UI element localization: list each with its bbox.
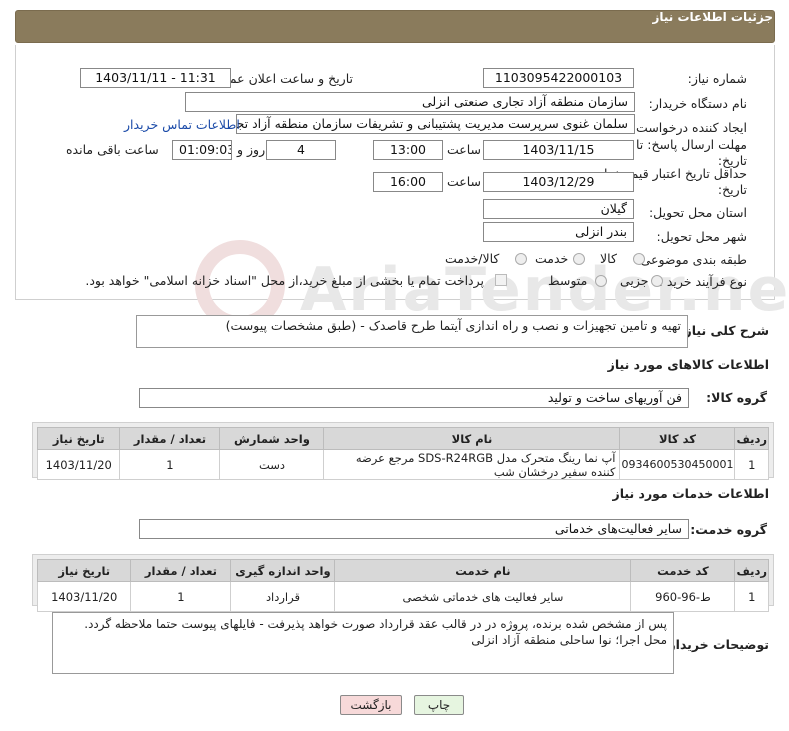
goods-section-title: اطلاعات کالاهای مورد نیاز (607, 357, 769, 372)
process-radio-medium[interactable] (595, 275, 607, 287)
city-field: بندر انزلی (483, 222, 634, 242)
announce-field: 1403/11/11 - 11:31 (80, 68, 231, 88)
category-radio-goods-service[interactable] (515, 253, 527, 265)
creator-field: سلمان غنوی سرپرست مدیریت پشتیبانی و تشری… (236, 114, 635, 134)
col-date: تاریخ نیاز (36, 427, 121, 450)
buyer-notes-line-2: محل اجرا؛ نوا ساحلی منطقه آزاد انزلی (471, 633, 667, 647)
deadline-label: مهلت ارسال پاسخ: تا (636, 137, 747, 152)
col-qty: تعداد / مقدار (130, 559, 232, 582)
validity-time-label: ساعت (447, 174, 482, 189)
category-option-goods-service: کالا/خدمت (445, 251, 500, 266)
goods-table-wrap: ردیف کد کالا نام کالا واحد شمارش تعداد /… (32, 422, 774, 480)
contact-buyer-link[interactable]: اطلاعات تماس خریدار (124, 117, 240, 132)
col-qty: تعداد / مقدار (119, 427, 221, 450)
cell-qty: 1 (130, 581, 232, 612)
cell-row: 1 (734, 581, 769, 612)
remaining-label: ساعت باقی مانده (66, 142, 159, 157)
category-option-goods: کالا (600, 251, 617, 266)
category-radio-goods[interactable] (633, 253, 645, 265)
process-option-minor: جزیی (620, 273, 649, 288)
buyer-notes-line-1: پس از مشخص شده برنده، پروژه در در قالب ع… (84, 617, 667, 631)
panel-title: جزئیات اطلاعات نیاز (652, 10, 773, 24)
services-group-label: گروه خدمت: (690, 522, 767, 537)
validity-date-field: 1403/12/29 (483, 172, 634, 192)
description-label: شرح کلی نیاز: (679, 323, 769, 338)
process-label: نوع فرآیند خرید : (658, 274, 747, 289)
creator-label: ایجاد کننده درخواست: (631, 120, 747, 135)
col-row: ردیف (734, 559, 769, 582)
validity-label-2: تاریخ: (717, 182, 747, 197)
cell-name: سایر فعالیت های خدماتی شخصی (334, 581, 632, 612)
cell-unit: قرارداد (230, 581, 336, 612)
cell-date: 1403/11/20 (36, 581, 132, 612)
payment-note: پرداخت تمام یا بخشی از مبلغ خرید،از محل … (85, 273, 484, 288)
need-number-field: 1103095422000103 (483, 68, 634, 88)
services-section-title: اطلاعات خدمات مورد نیاز (612, 486, 770, 501)
buyer-org-field: سازمان منطقه آزاد تجاری صنعتی انزلی (185, 92, 635, 112)
deadline-time-label: ساعت (447, 142, 482, 157)
cell-qty: 1 (119, 449, 221, 480)
services-group-field: سایر فعالیت‌های خدماتی (139, 519, 689, 539)
col-unit: واحد اندازه گیری (230, 559, 336, 582)
print-button[interactable]: چاپ (414, 695, 464, 715)
services-table-header: ردیف کد خدمت نام خدمت واحد اندازه گیری ت… (36, 559, 769, 582)
process-option-medium: متوسط (548, 273, 588, 288)
description-textarea[interactable]: تهیه و تامین تجهیزات و نصب و راه اندازی … (136, 315, 688, 348)
cell-code: ط-96-960 (630, 581, 736, 612)
services-table: ردیف کد خدمت نام خدمت واحد اندازه گیری ت… (36, 559, 769, 612)
col-row: ردیف (734, 427, 769, 450)
remaining-time-field: 01:09:03 (172, 140, 232, 160)
cell-unit: دست (219, 449, 325, 480)
services-table-wrap: ردیف کد خدمت نام خدمت واحد اندازه گیری ت… (32, 554, 774, 612)
col-code: کد کالا (619, 427, 736, 450)
col-name: نام کالا (323, 427, 621, 450)
buyer-notes-label: توضیحات خریدار: (663, 637, 769, 652)
need-number-label: شماره نیاز: (687, 71, 747, 86)
col-date: تاریخ نیاز (36, 559, 132, 582)
col-name: نام خدمت (334, 559, 632, 582)
goods-group-field: فن آوریهای ساخت و تولید (139, 388, 689, 408)
cell-row: 1 (734, 449, 769, 480)
back-button[interactable]: بازگشت (340, 695, 402, 715)
validity-time-field: 16:00 (373, 172, 443, 192)
category-radio-service[interactable] (573, 253, 585, 265)
cell-code: 0934600530450001 (619, 449, 736, 480)
cell-date: 1403/11/20 (36, 449, 121, 480)
payment-checkbox[interactable] (495, 274, 507, 286)
days-label: روز و (237, 142, 266, 157)
deadline-date-field: 1403/11/15 (483, 140, 634, 160)
buyer-org-label: نام دستگاه خریدار: (648, 96, 747, 111)
province-label: استان محل تحویل: (648, 205, 747, 220)
goods-table: ردیف کد کالا نام کالا واحد شمارش تعداد /… (36, 427, 769, 480)
days-field: 4 (266, 140, 336, 160)
table-row: 1 0934600530450001 آپ نما رینگ متحرک مدل… (36, 449, 769, 480)
buyer-notes-textarea[interactable]: پس از مشخص شده برنده، پروژه در در قالب ع… (52, 612, 674, 674)
city-label: شهر محل تحویل: (656, 229, 747, 244)
col-code: کد خدمت (630, 559, 736, 582)
deadline-time-field: 13:00 (373, 140, 443, 160)
goods-group-label: گروه کالا: (706, 390, 767, 405)
category-option-service: خدمت (535, 251, 569, 266)
process-radio-minor[interactable] (651, 275, 663, 287)
cell-name: آپ نما رینگ متحرک مدل SDS-R24RGB مرجع عر… (323, 449, 621, 480)
table-row: 1 ط-96-960 سایر فعالیت های خدماتی شخصی ق… (36, 581, 769, 612)
category-label: طبقه بندی موضوعی: (636, 252, 747, 267)
description-text: تهیه و تامین تجهیزات و نصب و راه اندازی … (225, 318, 681, 333)
col-unit: واحد شمارش (219, 427, 325, 450)
goods-table-header: ردیف کد کالا نام کالا واحد شمارش تعداد /… (36, 427, 769, 450)
province-field: گیلان (483, 199, 634, 219)
